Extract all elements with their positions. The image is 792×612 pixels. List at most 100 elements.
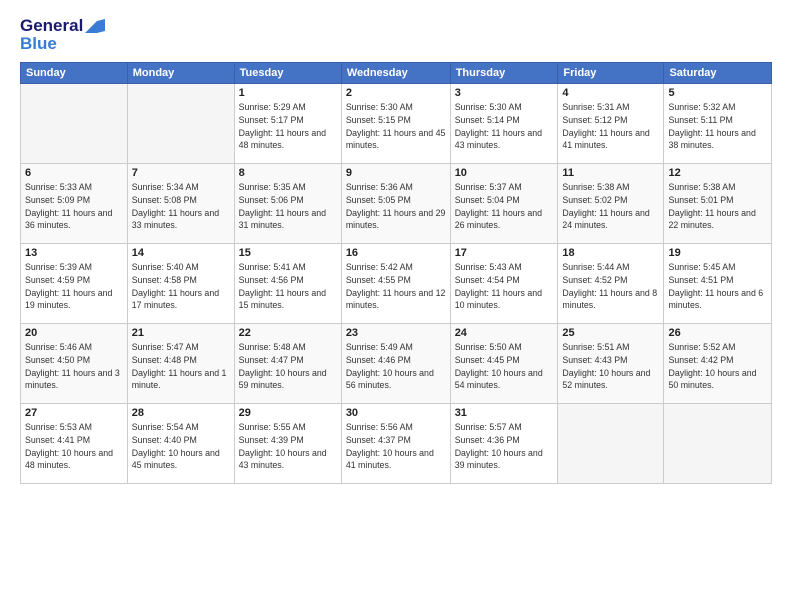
calendar-cell: 15 Sunrise: 5:41 AMSunset: 4:56 PMDayligh… <box>234 244 341 324</box>
week-row-5: 27Sunrise: 5:53 AMSunset: 4:41 PMDayligh… <box>21 404 772 484</box>
calendar-cell: 30 Sunrise: 5:56 AMSunset: 4:37 PMDayligh… <box>341 404 450 484</box>
calendar-cell: 17 Sunrise: 5:43 AMSunset: 4:54 PMDayligh… <box>450 244 558 324</box>
calendar-cell: 2 Sunrise: 5:30 AMSunset: 5:15 PMDaylight… <box>341 84 450 164</box>
day-info: Sunrise: 5:50 AMSunset: 4:45 PMDaylight:… <box>455 341 554 392</box>
week-row-1: 1 Sunrise: 5:29 AMSunset: 5:17 PMDaylight… <box>21 84 772 164</box>
day-info: Sunrise: 5:34 AMSunset: 5:08 PMDaylight:… <box>132 181 230 232</box>
weekday-header-row: SundayMondayTuesdayWednesdayThursdayFrid… <box>21 63 772 84</box>
calendar-cell: 20Sunrise: 5:46 AMSunset: 4:50 PMDayligh… <box>21 324 128 404</box>
day-number: 3 <box>455 87 554 99</box>
day-info: Sunrise: 5:37 AMSunset: 5:04 PMDaylight:… <box>455 181 554 232</box>
day-number: 4 <box>562 87 659 99</box>
day-number: 15 <box>239 247 337 259</box>
calendar-cell: 3 Sunrise: 5:30 AMSunset: 5:14 PMDaylight… <box>450 84 558 164</box>
logo-general-text: General <box>20 16 83 36</box>
day-info: Sunrise: 5:55 AMSunset: 4:39 PMDaylight:… <box>239 421 337 472</box>
day-number: 7 <box>132 167 230 179</box>
weekday-header-monday: Monday <box>127 63 234 84</box>
week-row-2: 6 Sunrise: 5:33 AMSunset: 5:09 PMDaylight… <box>21 164 772 244</box>
day-number: 28 <box>132 407 230 419</box>
day-info: Sunrise: 5:57 AMSunset: 4:36 PMDaylight:… <box>455 421 554 472</box>
weekday-header-sunday: Sunday <box>21 63 128 84</box>
calendar-cell: 16 Sunrise: 5:42 AMSunset: 4:55 PMDayligh… <box>341 244 450 324</box>
day-info: Sunrise: 5:54 AMSunset: 4:40 PMDaylight:… <box>132 421 230 472</box>
day-info: Sunrise: 5:30 AMSunset: 5:15 PMDaylight:… <box>346 101 446 152</box>
day-number: 20 <box>25 327 123 339</box>
day-info: Sunrise: 5:36 AMSunset: 5:05 PMDaylight:… <box>346 181 446 232</box>
calendar-cell: 23 Sunrise: 5:49 AMSunset: 4:46 PMDayligh… <box>341 324 450 404</box>
calendar-cell: 1 Sunrise: 5:29 AMSunset: 5:17 PMDaylight… <box>234 84 341 164</box>
day-info: Sunrise: 5:44 AMSunset: 4:52 PMDaylight:… <box>562 261 659 312</box>
day-number: 14 <box>132 247 230 259</box>
week-row-3: 13 Sunrise: 5:39 AMSunset: 4:59 PMDayligh… <box>21 244 772 324</box>
calendar-cell: 26 Sunrise: 5:52 AMSunset: 4:42 PMDayligh… <box>664 324 772 404</box>
day-number: 17 <box>455 247 554 259</box>
calendar-cell: 24Sunrise: 5:50 AMSunset: 4:45 PMDayligh… <box>450 324 558 404</box>
day-number: 19 <box>668 247 767 259</box>
calendar-cell: 14 Sunrise: 5:40 AMSunset: 4:58 PMDayligh… <box>127 244 234 324</box>
calendar-cell: 10Sunrise: 5:37 AMSunset: 5:04 PMDayligh… <box>450 164 558 244</box>
calendar-cell: 11Sunrise: 5:38 AMSunset: 5:02 PMDayligh… <box>558 164 664 244</box>
calendar-cell: 31 Sunrise: 5:57 AMSunset: 4:36 PMDayligh… <box>450 404 558 484</box>
week-row-4: 20Sunrise: 5:46 AMSunset: 4:50 PMDayligh… <box>21 324 772 404</box>
day-info: Sunrise: 5:43 AMSunset: 4:54 PMDaylight:… <box>455 261 554 312</box>
day-number: 30 <box>346 407 446 419</box>
calendar-cell: 22Sunrise: 5:48 AMSunset: 4:47 PMDayligh… <box>234 324 341 404</box>
day-number: 25 <box>562 327 659 339</box>
day-number: 2 <box>346 87 446 99</box>
day-number: 5 <box>668 87 767 99</box>
day-info: Sunrise: 5:47 AMSunset: 4:48 PMDaylight:… <box>132 341 230 392</box>
day-number: 16 <box>346 247 446 259</box>
day-info: Sunrise: 5:33 AMSunset: 5:09 PMDaylight:… <box>25 181 123 232</box>
day-number: 21 <box>132 327 230 339</box>
calendar-cell: 21 Sunrise: 5:47 AMSunset: 4:48 PMDayligh… <box>127 324 234 404</box>
logo: General Blue <box>20 16 105 54</box>
calendar-cell: 18 Sunrise: 5:44 AMSunset: 4:52 PMDayligh… <box>558 244 664 324</box>
day-info: Sunrise: 5:42 AMSunset: 4:55 PMDaylight:… <box>346 261 446 312</box>
calendar-cell: 7 Sunrise: 5:34 AMSunset: 5:08 PMDaylight… <box>127 164 234 244</box>
day-info: Sunrise: 5:35 AMSunset: 5:06 PMDaylight:… <box>239 181 337 232</box>
logo-bird-icon <box>85 19 105 33</box>
weekday-header-saturday: Saturday <box>664 63 772 84</box>
calendar-cell: 13 Sunrise: 5:39 AMSunset: 4:59 PMDayligh… <box>21 244 128 324</box>
day-info: Sunrise: 5:48 AMSunset: 4:47 PMDaylight:… <box>239 341 337 392</box>
day-number: 31 <box>455 407 554 419</box>
calendar-cell: 5 Sunrise: 5:32 AMSunset: 5:11 PMDaylight… <box>664 84 772 164</box>
day-number: 23 <box>346 327 446 339</box>
calendar-cell <box>127 84 234 164</box>
day-number: 9 <box>346 167 446 179</box>
day-number: 1 <box>239 87 337 99</box>
calendar-cell <box>664 404 772 484</box>
calendar-cell <box>558 404 664 484</box>
day-info: Sunrise: 5:31 AMSunset: 5:12 PMDaylight:… <box>562 101 659 152</box>
day-number: 26 <box>668 327 767 339</box>
day-info: Sunrise: 5:39 AMSunset: 4:59 PMDaylight:… <box>25 261 123 312</box>
day-info: Sunrise: 5:41 AMSunset: 4:56 PMDaylight:… <box>239 261 337 312</box>
calendar-cell: 19Sunrise: 5:45 AMSunset: 4:51 PMDayligh… <box>664 244 772 324</box>
day-number: 29 <box>239 407 337 419</box>
day-info: Sunrise: 5:52 AMSunset: 4:42 PMDaylight:… <box>668 341 767 392</box>
day-number: 6 <box>25 167 123 179</box>
calendar-cell: 29 Sunrise: 5:55 AMSunset: 4:39 PMDayligh… <box>234 404 341 484</box>
calendar-cell: 8 Sunrise: 5:35 AMSunset: 5:06 PMDaylight… <box>234 164 341 244</box>
day-number: 8 <box>239 167 337 179</box>
header: General Blue <box>20 16 772 54</box>
weekday-header-friday: Friday <box>558 63 664 84</box>
day-info: Sunrise: 5:30 AMSunset: 5:14 PMDaylight:… <box>455 101 554 152</box>
day-info: Sunrise: 5:40 AMSunset: 4:58 PMDaylight:… <box>132 261 230 312</box>
day-info: Sunrise: 5:38 AMSunset: 5:01 PMDaylight:… <box>668 181 767 232</box>
day-info: Sunrise: 5:32 AMSunset: 5:11 PMDaylight:… <box>668 101 767 152</box>
day-info: Sunrise: 5:29 AMSunset: 5:17 PMDaylight:… <box>239 101 337 152</box>
day-info: Sunrise: 5:49 AMSunset: 4:46 PMDaylight:… <box>346 341 446 392</box>
weekday-header-wednesday: Wednesday <box>341 63 450 84</box>
logo-blue-text: Blue <box>20 34 57 54</box>
calendar-cell <box>21 84 128 164</box>
day-info: Sunrise: 5:38 AMSunset: 5:02 PMDaylight:… <box>562 181 659 232</box>
day-info: Sunrise: 5:51 AMSunset: 4:43 PMDaylight:… <box>562 341 659 392</box>
day-number: 18 <box>562 247 659 259</box>
day-number: 27 <box>25 407 123 419</box>
day-info: Sunrise: 5:56 AMSunset: 4:37 PMDaylight:… <box>346 421 446 472</box>
calendar-cell: 28 Sunrise: 5:54 AMSunset: 4:40 PMDayligh… <box>127 404 234 484</box>
calendar-cell: 25 Sunrise: 5:51 AMSunset: 4:43 PMDayligh… <box>558 324 664 404</box>
day-number: 13 <box>25 247 123 259</box>
